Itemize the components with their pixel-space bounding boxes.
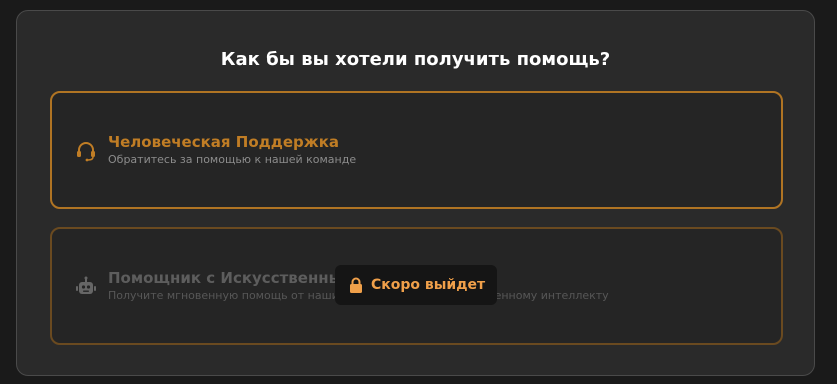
dialog-title: Как бы вы хотели получить помощь? (220, 49, 611, 70)
human-support-option[interactable]: Человеческая Поддержка Обратитесь за пом… (50, 91, 783, 209)
lock-icon (350, 277, 362, 293)
option-title: Человеческая Поддержка (108, 133, 339, 151)
coming-soon-badge: Скоро выйдет (335, 265, 497, 305)
option-description: Обратитесь за помощью к нашей команде (108, 153, 357, 166)
help-options-dialog: Как бы вы хотели получить помощь? Челове… (16, 10, 815, 376)
coming-soon-label: Скоро выйдет (371, 277, 486, 293)
headset-icon (77, 142, 95, 162)
robot-icon (76, 276, 96, 294)
